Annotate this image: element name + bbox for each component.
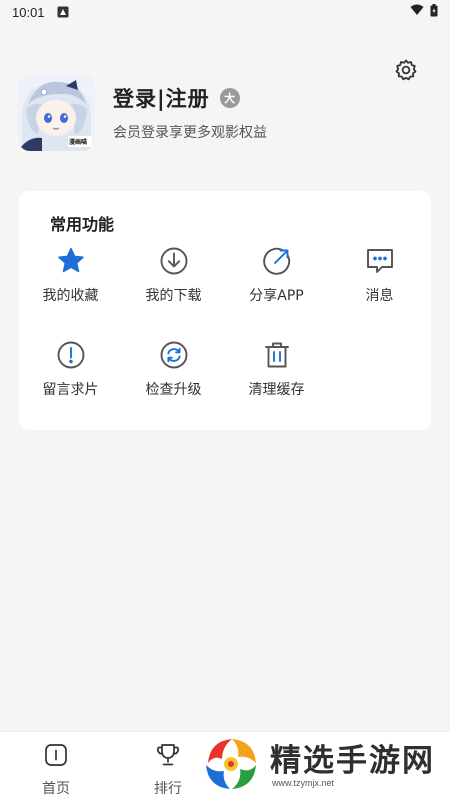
favorites-button[interactable]: 我的收藏: [19, 246, 122, 305]
trash-icon: [262, 340, 292, 370]
refresh-icon: [159, 340, 189, 370]
message-icon: [365, 246, 395, 276]
downloads-button[interactable]: 我的下载: [122, 246, 225, 305]
section-title: 常用功能: [50, 215, 115, 234]
status-bar: 10:01: [0, 0, 450, 24]
clear-cache-label: 清理缓存: [248, 382, 305, 398]
messages-button[interactable]: 消息: [328, 246, 431, 305]
avatar[interactable]: 漫画喵: [18, 73, 95, 151]
status-time: 10:01: [12, 4, 45, 20]
function-grid: 我的收藏 我的下载 分享APP 消息 留言求片 检查升级 清理缓存: [19, 246, 431, 399]
notification-icon: [57, 6, 69, 18]
watermark-title: 精选手游网: [270, 742, 435, 779]
download-icon: [159, 246, 189, 276]
request-movie-button[interactable]: 留言求片: [19, 340, 122, 399]
request-movie-label: 留言求片: [42, 382, 99, 398]
exclamation-icon: [56, 340, 86, 370]
check-update-button[interactable]: 检查升级: [122, 340, 225, 399]
downloads-label: 我的下载: [145, 288, 202, 304]
avatar-label: 漫画喵: [69, 138, 88, 146]
clear-cache-button[interactable]: 清理缓存: [225, 340, 328, 399]
watermark-url: www.tzymjx.net: [272, 777, 335, 788]
check-update-label: 检查升级: [145, 382, 202, 398]
trophy-icon: [155, 742, 181, 772]
star-icon: [56, 246, 86, 276]
share-app-label: 分享APP: [249, 288, 304, 304]
tab-home-label: 首页: [42, 781, 70, 797]
share-icon: [262, 246, 292, 276]
tab-ranking-label: 排行: [154, 781, 182, 797]
battery-icon: [430, 3, 438, 21]
wifi-icon: [410, 4, 424, 20]
favorites-label: 我的收藏: [42, 288, 99, 304]
login-register-link[interactable]: 登录|注册: [113, 83, 210, 113]
level-badge: 大: [219, 87, 240, 108]
tab-home[interactable]: 首页: [0, 732, 112, 800]
profile-header: 漫画喵 登录|注册 大 会员登录享更多观影权益: [18, 72, 438, 152]
watermark-logo-icon: [200, 733, 262, 799]
common-functions-card: 常用功能 我的收藏 我的下载 分享APP 消息 留言求片 检查升级 清理缓存: [19, 191, 431, 430]
login-subtitle: 会员登录享更多观影权益: [113, 124, 267, 141]
messages-label: 消息: [365, 288, 394, 304]
share-app-button[interactable]: 分享APP: [225, 246, 328, 305]
home-icon: [43, 742, 69, 772]
watermark: 精选手游网 www.tzymjx.net: [200, 731, 450, 800]
